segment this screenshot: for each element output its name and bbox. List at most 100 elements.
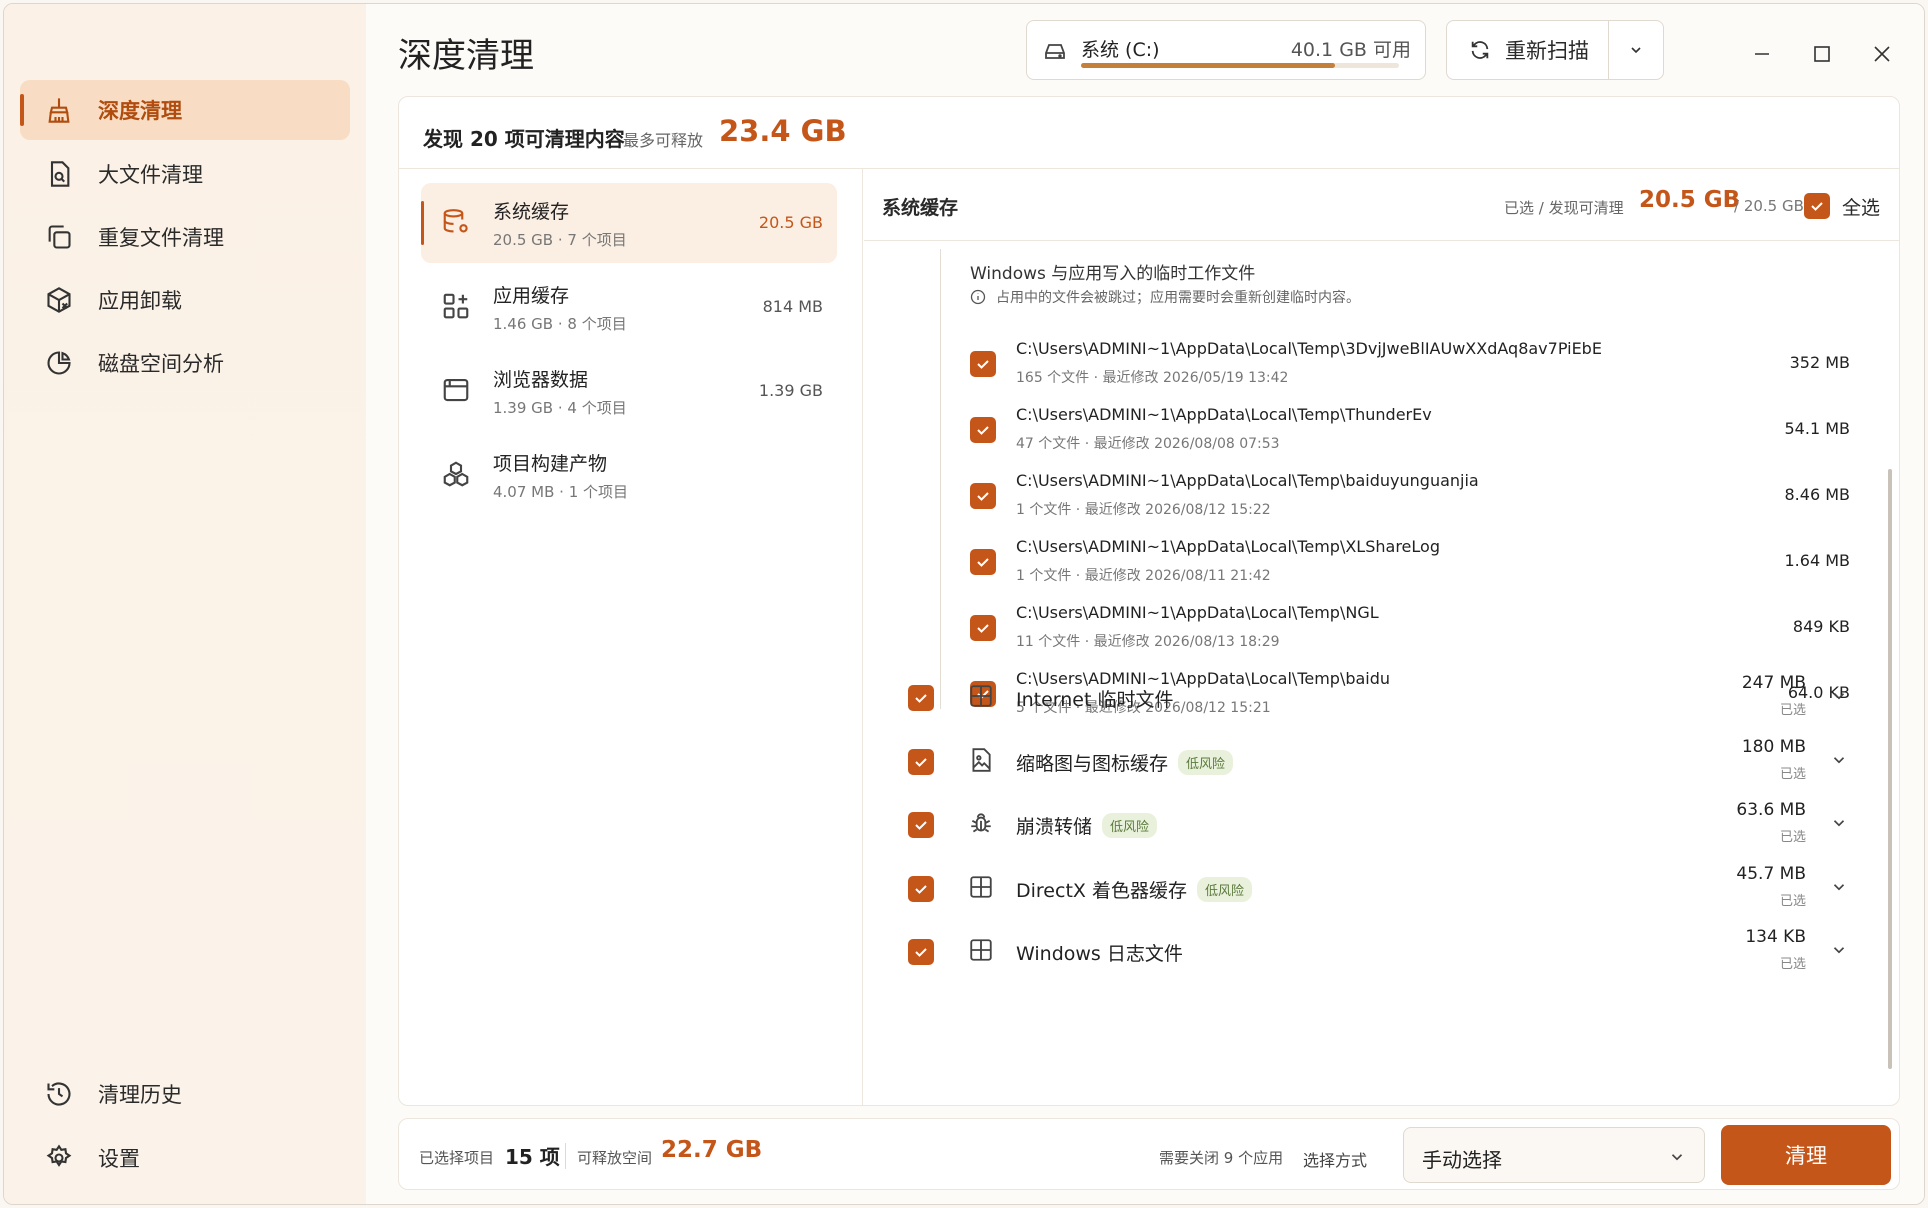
select-all-checkbox[interactable] bbox=[1804, 193, 1830, 219]
group-row[interactable]: Windows 日志文件 134 KB 已选 bbox=[908, 919, 1848, 989]
drive-selector[interactable]: 系统 (C:) 40.1 GB 可用 bbox=[1026, 20, 1426, 80]
rescan-button[interactable]: 重新扫描 bbox=[1447, 21, 1609, 79]
check-icon bbox=[977, 492, 989, 501]
chevron-down-icon bbox=[1833, 883, 1845, 890]
category-app-cache[interactable]: 应用缓存 1.46 GB · 8 个项目 814 MB bbox=[421, 267, 837, 347]
broom-icon bbox=[42, 93, 76, 127]
sidebar-item-label: 大文件清理 bbox=[98, 163, 203, 187]
close-button[interactable] bbox=[1862, 34, 1902, 74]
group-row[interactable]: 崩溃转储 低风险 63.6 MB 已选 bbox=[908, 792, 1848, 862]
check-icon bbox=[915, 948, 927, 957]
drive-icon bbox=[1043, 41, 1067, 65]
group-name: 缩略图与图标缓存 低风险 bbox=[1016, 749, 1234, 776]
group-name: DirectX 着色器缓存 低风险 bbox=[1016, 876, 1252, 903]
group-checkbox[interactable] bbox=[908, 875, 934, 902]
check-icon bbox=[915, 821, 927, 830]
risk-badge: 低风险 bbox=[1178, 749, 1234, 775]
select-mode-dropdown[interactable]: 手动选择 bbox=[1403, 1127, 1705, 1183]
chevron-down-icon bbox=[1833, 693, 1845, 700]
expand-button[interactable] bbox=[1830, 878, 1848, 900]
category-summary: 20.5 GB · 7 个项目 bbox=[493, 231, 627, 249]
bug-icon bbox=[968, 810, 998, 840]
path-row[interactable]: C:\Users\ADMINI~1\AppData\Local\Temp\NGL… bbox=[970, 601, 1850, 667]
category-name: 浏览器数据 bbox=[493, 369, 589, 391]
group-row[interactable]: DirectX 着色器缓存 低风险 45.7 MB 已选 bbox=[908, 856, 1848, 926]
group-row[interactable]: Internet 临时文件 247 MB 已选 bbox=[908, 665, 1848, 735]
path-checkbox[interactable] bbox=[970, 615, 996, 641]
maximize-button[interactable] bbox=[1802, 34, 1842, 74]
sidebar-item-history[interactable]: 清理历史 bbox=[20, 1064, 350, 1124]
check-icon bbox=[915, 884, 927, 894]
gear-icon bbox=[42, 1141, 76, 1175]
drive-usage-bar bbox=[1081, 63, 1399, 68]
path-checkbox[interactable] bbox=[970, 549, 996, 575]
expand-button[interactable] bbox=[1830, 687, 1848, 709]
path-size: 1.64 MB bbox=[1784, 551, 1851, 570]
group-row[interactable]: 缩略图与图标缓存 低风险 180 MB 已选 bbox=[908, 729, 1848, 799]
max-release-value: 23.4 GB bbox=[719, 114, 847, 148]
path-checkbox[interactable] bbox=[970, 351, 996, 377]
category-name: 系统缓存 bbox=[493, 201, 570, 223]
path-size: 8.46 MB bbox=[1784, 485, 1851, 504]
path-row[interactable]: C:\Users\ADMINI~1\AppData\Local\Temp\XLS… bbox=[970, 535, 1850, 601]
sidebar-item-disk-analysis[interactable]: 磁盘空间分析 bbox=[20, 333, 350, 393]
path-row[interactable]: C:\Users\ADMINI~1\AppData\Local\Temp\bai… bbox=[970, 469, 1850, 535]
path-checkbox[interactable] bbox=[970, 483, 996, 509]
path-checkbox[interactable] bbox=[970, 417, 996, 443]
sidebar-item-settings[interactable]: 设置 bbox=[20, 1128, 350, 1188]
minimize-button[interactable] bbox=[1742, 34, 1782, 74]
rescan-label: 重新扫描 bbox=[1505, 39, 1589, 63]
subgroup-description: Windows 与应用写入的临时工作文件 bbox=[970, 264, 1256, 284]
group-checkbox[interactable] bbox=[908, 685, 934, 711]
check-icon bbox=[915, 694, 927, 703]
tree-line bbox=[940, 249, 941, 709]
group-selected: 已选 bbox=[1779, 766, 1806, 782]
clean-button[interactable]: 清理 bbox=[1721, 1125, 1891, 1185]
refresh-icon bbox=[1471, 41, 1489, 59]
category-name: 项目构建产物 bbox=[493, 453, 608, 475]
results-card: 发现 20 项可清理内容 最多可释放 23.4 GB 系统缓存 20.5 GB … bbox=[398, 96, 1900, 1106]
sidebar-item-duplicates[interactable]: 重复文件清理 bbox=[20, 207, 350, 267]
image-icon bbox=[968, 747, 998, 777]
path-meta: 11 个文件 · 最近修改 2026/08/13 18:29 bbox=[1016, 634, 1280, 650]
scrollbar[interactable] bbox=[1888, 469, 1892, 1069]
sidebar-item-large-files[interactable]: 大文件清理 bbox=[20, 144, 350, 204]
expand-button[interactable] bbox=[1830, 941, 1848, 963]
category-size: 20.5 GB bbox=[758, 213, 823, 232]
boxes-icon bbox=[441, 459, 471, 489]
category-system-cache[interactable]: 系统缓存 20.5 GB · 7 个项目 20.5 GB bbox=[421, 183, 837, 263]
apps-add-icon bbox=[441, 291, 471, 321]
group-checkbox[interactable] bbox=[908, 812, 934, 838]
chevron-down-icon bbox=[1631, 47, 1641, 54]
group-checkbox[interactable] bbox=[908, 748, 934, 775]
group-checkbox[interactable] bbox=[908, 939, 934, 965]
copy-icon bbox=[42, 220, 76, 254]
check-icon bbox=[1811, 202, 1823, 211]
path-meta: 47 个文件 · 最近修改 2026/08/08 07:53 bbox=[1016, 436, 1280, 452]
path-row[interactable]: C:\Users\ADMINI~1\AppData\Local\Temp\3Dv… bbox=[970, 337, 1850, 403]
check-icon bbox=[977, 558, 989, 567]
maximize-icon bbox=[1814, 46, 1830, 62]
sidebar-item-label: 设置 bbox=[98, 1147, 140, 1171]
summary-header: 发现 20 项可清理内容 最多可释放 23.4 GB bbox=[399, 97, 1899, 169]
group-size: 45.7 MB bbox=[1736, 863, 1806, 884]
path-size: 849 KB bbox=[1792, 617, 1850, 636]
expand-button[interactable] bbox=[1830, 814, 1848, 836]
expand-button[interactable] bbox=[1830, 751, 1848, 773]
path-row[interactable]: C:\Users\ADMINI~1\AppData\Local\Temp\Thu… bbox=[970, 403, 1850, 469]
group-size: 63.6 MB bbox=[1736, 800, 1806, 820]
rescan-dropdown[interactable] bbox=[1609, 21, 1663, 79]
select-all-label: 全选 bbox=[1842, 197, 1881, 219]
category-browser-data[interactable]: 浏览器数据 1.39 GB · 4 个项目 1.39 GB bbox=[421, 351, 837, 431]
detail-title: 系统缓存 bbox=[882, 197, 959, 219]
windows-icon bbox=[968, 683, 998, 713]
selected-value: 20.5 GB bbox=[1639, 187, 1741, 213]
sidebar-item-deep-clean[interactable]: 深度清理 bbox=[20, 80, 350, 140]
subgroup-note: 占用中的文件会被跳过；应用需要时会重新创建临时内容。 bbox=[970, 287, 1360, 307]
path-text: C:\Users\ADMINI~1\AppData\Local\Temp\bai… bbox=[1016, 471, 1479, 490]
category-summary: 4.07 MB · 1 个项目 bbox=[493, 483, 629, 501]
group-name-text: DirectX 着色器缓存 bbox=[1016, 879, 1187, 902]
category-build-artifacts[interactable]: 项目构建产物 4.07 MB · 1 个项目 bbox=[421, 435, 837, 515]
sidebar-item-uninstall[interactable]: 应用卸载 bbox=[20, 270, 350, 330]
pie-chart-icon bbox=[42, 346, 76, 380]
